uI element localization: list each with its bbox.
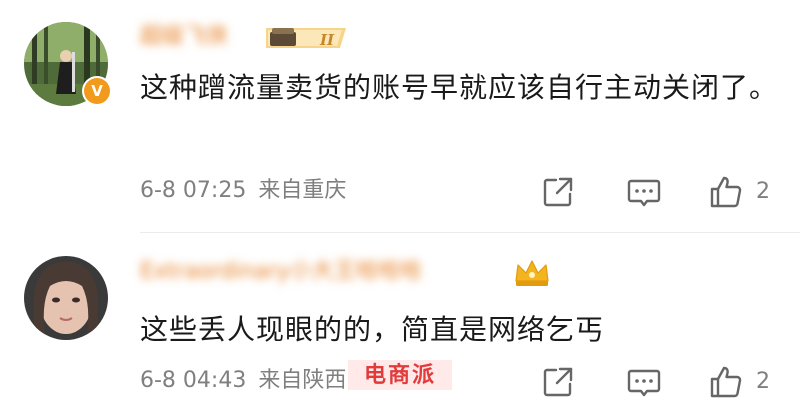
verified-icon: V — [84, 78, 110, 104]
share-button[interactable] — [540, 174, 576, 210]
comment-item: V 超级飞侠 II 这种蹭流量卖货的账号早就应该自行主动关闭了。 6-8 07:… — [0, 0, 800, 232]
thumbs-up-icon — [710, 176, 742, 208]
comment-date: 6-8 04:43 — [140, 368, 247, 393]
like-button[interactable] — [708, 174, 744, 210]
comment-location: 来自陕西 — [258, 368, 347, 393]
comment-text: 这种蹭流量卖货的账号早就应该自行主动关闭了。 — [140, 71, 779, 104]
comment-meta: 6-8 04:43 来自陕西 — [140, 366, 346, 396]
crown-icon — [515, 260, 549, 286]
share-icon — [543, 177, 573, 207]
thumbs-up-icon — [710, 366, 742, 398]
reply-button[interactable] — [626, 364, 662, 400]
watermark: 电商派 — [348, 360, 452, 390]
comment-meta: 6-8 07:25 来自重庆 — [140, 176, 346, 206]
like-count: 2 — [756, 369, 770, 394]
share-button[interactable] — [540, 364, 576, 400]
avatar[interactable] — [24, 256, 108, 340]
fan-level-badge: II — [262, 24, 350, 52]
like-button[interactable] — [708, 364, 744, 400]
comment-location: 来自重庆 — [258, 178, 347, 203]
share-icon — [543, 367, 573, 397]
crown-badge — [512, 255, 552, 289]
comment-text: 这些丢人现眼的的，简直是网络乞丐 — [140, 313, 605, 346]
comment-date: 6-8 07:25 — [140, 178, 247, 203]
reply-button[interactable] — [626, 174, 662, 210]
username[interactable]: 超级飞侠 — [140, 22, 228, 52]
username[interactable]: Extraordinary小大王哈哈哈 — [140, 257, 422, 287]
verified-badge: V — [82, 76, 112, 106]
like-count: 2 — [756, 179, 770, 204]
comment-icon — [627, 179, 661, 207]
comment-icon — [627, 369, 661, 397]
badge-level-text: II — [319, 31, 335, 49]
